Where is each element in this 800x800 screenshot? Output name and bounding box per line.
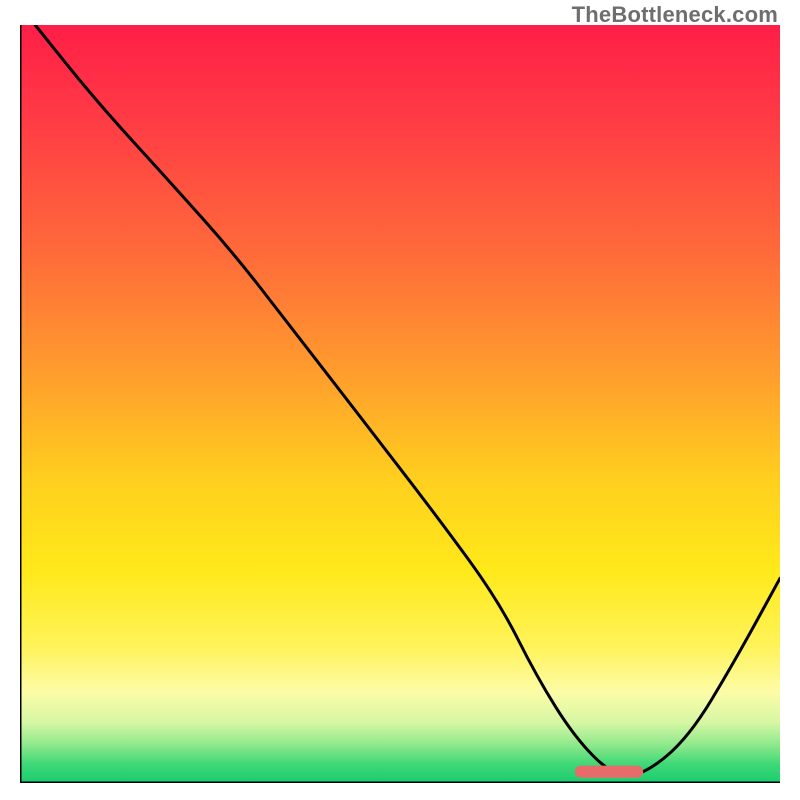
chart-background-gradient — [20, 25, 780, 783]
bottleneck-chart — [20, 25, 780, 783]
